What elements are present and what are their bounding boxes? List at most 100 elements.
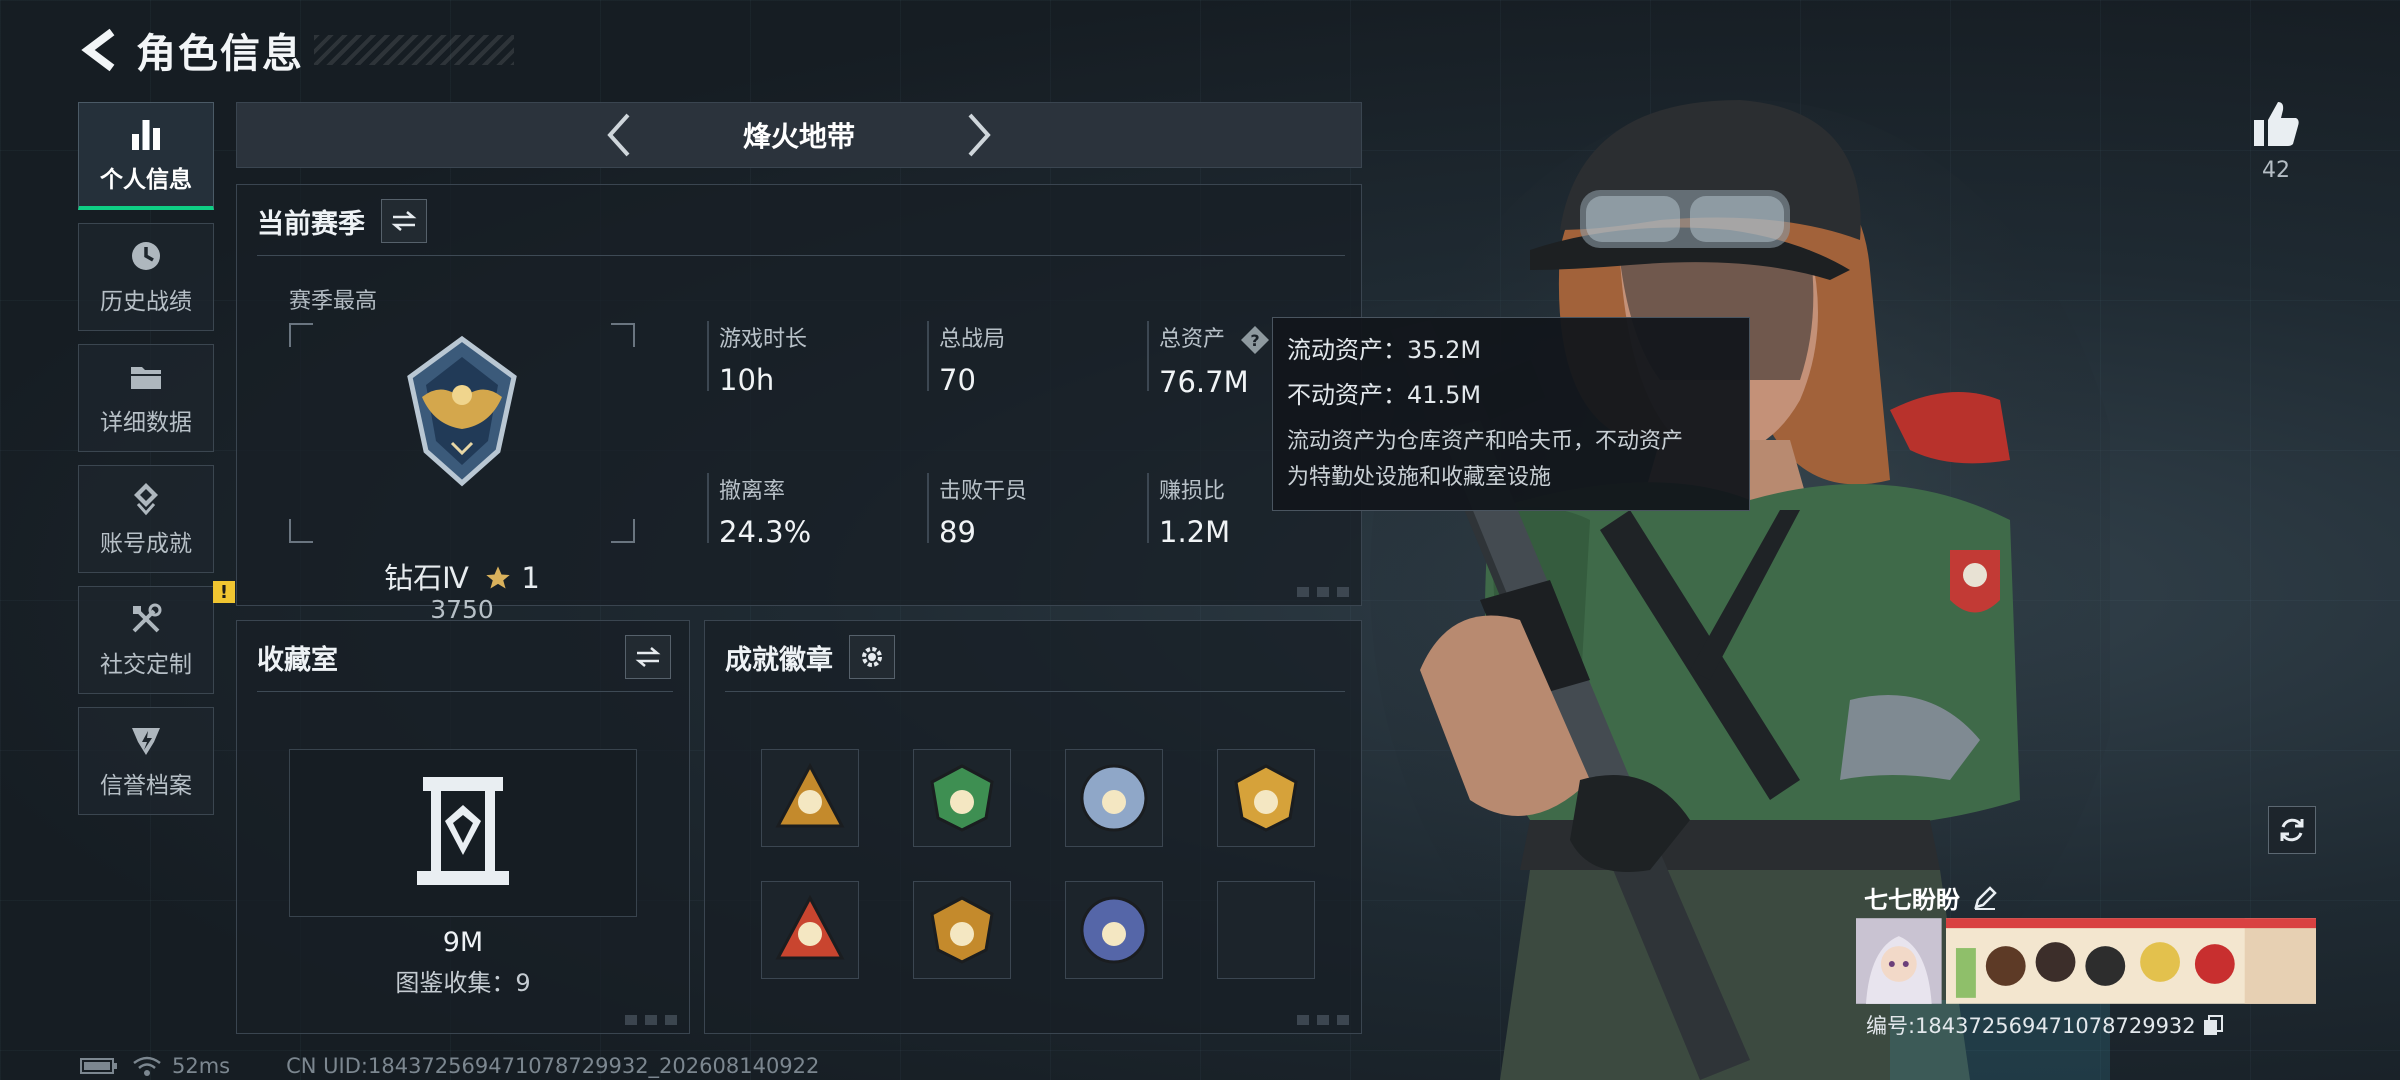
title-decoration xyxy=(314,35,514,65)
collection-header: 收藏室 xyxy=(257,635,671,679)
history-icon xyxy=(132,242,160,270)
collection-panel[interactable]: 收藏室 9M 图鉴收集：9 xyxy=(236,620,690,1034)
sidebar-item-label: 社交定制 xyxy=(100,652,192,678)
chevron-left-icon xyxy=(607,113,630,157)
frame-corner xyxy=(611,519,635,543)
stat-profit-ratio: 赚损比 1.2M xyxy=(1149,473,1230,549)
stat-label: 撤离率 xyxy=(719,479,786,504)
achievement-badge-icon xyxy=(930,764,994,832)
achievement-badge-icon xyxy=(1234,764,1298,832)
achievement-badge-slot[interactable] xyxy=(761,749,859,847)
frame-corner xyxy=(289,519,313,543)
collection-value: 9M xyxy=(442,927,484,958)
collection-count: 图鉴收集：9 xyxy=(395,969,531,997)
achievement-badge-slot[interactable] xyxy=(761,881,859,979)
namecard[interactable] xyxy=(1856,918,2316,1004)
sidebar-item-details[interactable]: 详细数据 xyxy=(78,344,214,452)
svg-text:?: ? xyxy=(1250,331,1259,350)
status-bar: 52ms CN UID:18437256947107872993​2_20260… xyxy=(80,1054,819,1078)
divider xyxy=(725,691,1345,692)
copy-icon[interactable] xyxy=(2202,1014,2224,1036)
back-button[interactable] xyxy=(78,24,122,76)
divider xyxy=(257,255,1345,256)
sidebar-item-social[interactable]: ! 社交定制 xyxy=(78,581,235,694)
achievement-badge-slot[interactable] xyxy=(913,749,1011,847)
achievement-badge-slot[interactable] xyxy=(913,881,1011,979)
stat-label: 总战局 xyxy=(939,327,1006,352)
season-header: 当前赛季 xyxy=(257,199,427,243)
stat-total-assets: 总资产 ? 76.7M xyxy=(1149,321,1270,399)
tooltip-note-line: 为特勤处设施和收藏室设施 xyxy=(1287,465,1552,490)
frame-corner xyxy=(289,323,313,347)
rank-stars: 1 xyxy=(521,561,540,595)
help-button[interactable]: ? xyxy=(1240,325,1270,355)
mode-prev-button[interactable] xyxy=(589,105,649,165)
achievement-badge-slot[interactable] xyxy=(1065,881,1163,979)
tools-icon xyxy=(132,603,162,633)
season-title: 当前赛季 xyxy=(257,208,365,240)
player-uid: 编号:18437256947107872993​2 xyxy=(1866,1014,2196,1038)
achievement-badge-slot[interactable] xyxy=(1065,749,1163,847)
vault-preview xyxy=(289,749,637,917)
sidebar-item-achievements[interactable]: 账号成就 xyxy=(78,465,214,573)
stat-value: 1.2M xyxy=(1159,515,1231,549)
tooltip-note: 流动资产为仓库资产和哈夫币，不动资产 为特勤处设施和收藏室设施 xyxy=(1287,424,1735,496)
achievements-settings-button[interactable] xyxy=(849,635,895,679)
sidebar: 个人信息 历史战绩 详细数据 账号成就 ! 社交定制 信誉档案 xyxy=(78,102,235,828)
panel-corner-decoration xyxy=(1297,587,1351,597)
collection-switch-button[interactable] xyxy=(625,635,671,679)
rotate-model-button[interactable] xyxy=(2268,806,2316,854)
swap-icon xyxy=(635,647,661,667)
tooltip-liquid-assets: 流动资产：35.2M xyxy=(1287,336,1482,364)
chevron-right-icon xyxy=(968,113,991,157)
thumbs-up-icon xyxy=(2254,102,2299,146)
panel-corner-decoration xyxy=(625,1015,679,1025)
sidebar-item-history[interactable]: 历史战绩 xyxy=(78,223,214,331)
stat-value: 89 xyxy=(939,515,976,549)
folder-icon xyxy=(131,367,161,389)
achievement-badge-slot[interactable] xyxy=(1217,881,1315,979)
sidebar-item-label: 信誉档案 xyxy=(100,773,192,799)
rank-emblem-icon xyxy=(407,335,517,487)
rank-name: 钻石Ⅳ xyxy=(384,561,469,595)
mode-next-button[interactable] xyxy=(949,105,1009,165)
rank-frame xyxy=(289,323,635,543)
stat-label-row: 总资产 ? xyxy=(1159,321,1270,355)
uid-line: CN UID:18437256947107872993​2_2026081409… xyxy=(286,1054,820,1078)
page-title: 角色信息 xyxy=(136,31,304,77)
avatar xyxy=(1856,918,1942,1004)
sidebar-item-label: 个人信息 xyxy=(100,166,192,193)
like-count: 42 xyxy=(2262,158,2290,183)
rank-name-row: 钻石Ⅳ 1 xyxy=(289,555,635,597)
header: 角色信息 xyxy=(78,24,514,77)
question-icon: ? xyxy=(1241,326,1270,354)
tooltip-fixed-assets: 不动资产：41.5M xyxy=(1287,381,1482,409)
edit-icon[interactable] xyxy=(1972,885,1998,911)
warning-badge: ! xyxy=(213,581,235,603)
achievement-icon xyxy=(134,483,158,516)
achievement-badge-slot[interactable] xyxy=(1217,749,1315,847)
season-switch-button[interactable] xyxy=(381,199,427,243)
achievements-header: 成就徽章 xyxy=(725,635,895,679)
back-arrow-icon xyxy=(81,28,115,72)
achievements-panel: 成就徽章 xyxy=(704,620,1362,1034)
stat-label: 击败干员 xyxy=(939,479,1028,504)
mode-selector: 烽火地带 xyxy=(236,102,1362,168)
like-button[interactable] xyxy=(2250,98,2302,150)
stat-total-matches: 总战局 70 xyxy=(929,321,1005,397)
sidebar-item-credit[interactable]: 信誉档案 xyxy=(78,707,214,815)
tooltip-note-line: 流动资产为仓库资产和哈夫币，不动资产 xyxy=(1287,429,1684,454)
panel-corner-decoration xyxy=(1297,1015,1351,1025)
bar-chart-icon xyxy=(132,119,160,150)
achievement-badge-icon xyxy=(1080,896,1148,964)
stat-label: 赚损比 xyxy=(1159,479,1226,504)
stat-value: 10h xyxy=(719,363,775,397)
battery-icon xyxy=(80,1058,117,1074)
frame-corner xyxy=(611,323,635,347)
credit-icon xyxy=(132,728,160,755)
sidebar-item-personal-info[interactable]: 个人信息 xyxy=(78,102,214,210)
season-panel: 当前赛季 赛季最高 钻石Ⅳ 1 3750 游戏时长 10h 总战局 70 总资产… xyxy=(236,184,1362,624)
stat-extraction-rate: 撤离率 24.3% xyxy=(709,473,811,549)
stat-value: 76.7M xyxy=(1159,365,1249,399)
mode-title: 烽火地带 xyxy=(742,120,855,153)
